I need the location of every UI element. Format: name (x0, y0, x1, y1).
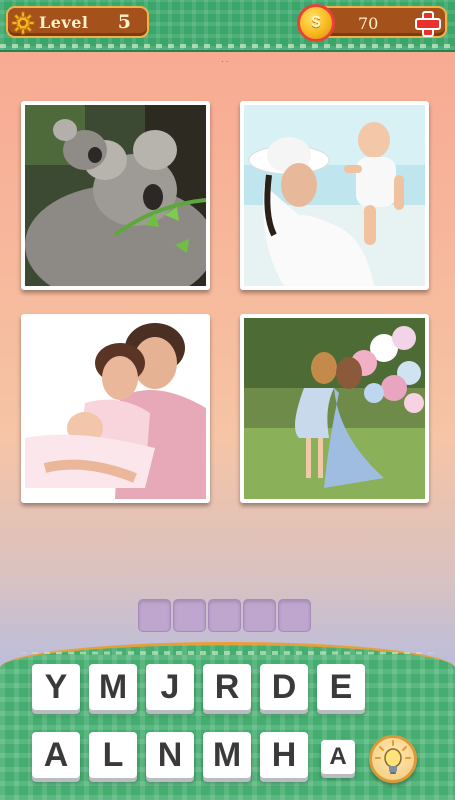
photo-family (21, 314, 210, 503)
letter-key[interactable]: H (260, 732, 308, 778)
photo-balloons (240, 314, 429, 503)
answer-slot[interactable] (138, 599, 171, 632)
coin-icon: $ (297, 4, 335, 42)
answer-slot[interactable] (278, 599, 311, 632)
lightbulb-icon (375, 740, 411, 774)
answer-slot[interactable] (208, 599, 241, 632)
coin-count: 70 (358, 14, 379, 33)
photo-mother-beach (240, 101, 429, 290)
photo-koala (21, 101, 210, 290)
hint-button[interactable] (369, 735, 417, 783)
level-number: 5 (117, 11, 131, 33)
coin-pill: $ 70 (297, 4, 447, 42)
top-bar: Level 5 $ 70 (0, 0, 455, 52)
letter-key[interactable]: Y (32, 664, 80, 710)
gear-icon[interactable] (11, 11, 35, 35)
letter-key[interactable]: D (260, 664, 308, 710)
drag-dots: · · (221, 57, 229, 66)
answer-slots (138, 599, 312, 632)
letter-key[interactable]: M (89, 664, 137, 710)
letter-key[interactable]: A (32, 732, 80, 778)
stitch-border (0, 44, 455, 48)
letter-key[interactable]: E (317, 664, 365, 710)
letter-key[interactable]: L (89, 732, 137, 778)
letter-key[interactable]: A (321, 740, 355, 774)
letter-key[interactable]: J (146, 664, 194, 710)
stitch-border (20, 651, 435, 655)
coin-symbol: $ (311, 14, 321, 31)
answer-slot[interactable] (243, 599, 276, 632)
letter-key[interactable]: M (203, 732, 251, 778)
letter-key[interactable]: R (203, 664, 251, 710)
letter-key[interactable]: N (146, 732, 194, 778)
answer-slot[interactable] (173, 599, 206, 632)
level-label: Level (39, 13, 89, 32)
add-coins-button[interactable] (414, 10, 441, 37)
level-pill: Level 5 (6, 6, 149, 38)
